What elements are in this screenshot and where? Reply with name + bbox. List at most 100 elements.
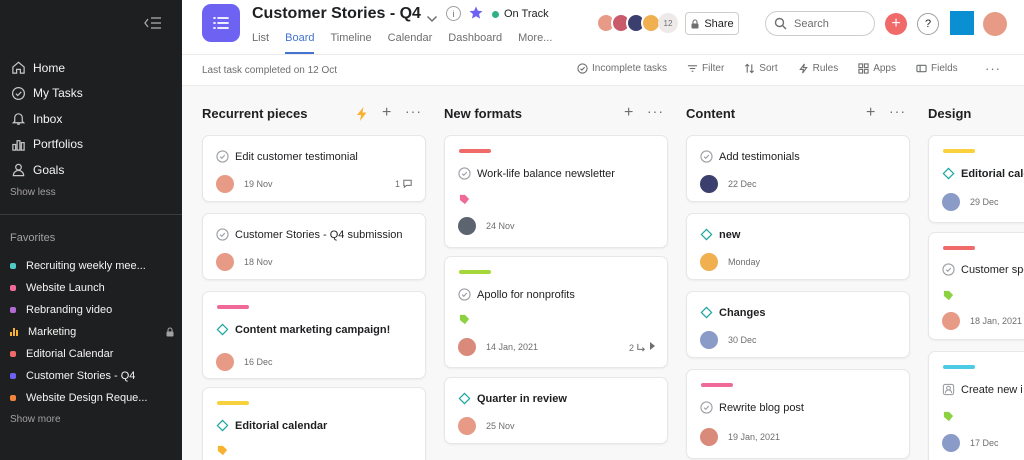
check-circle-icon[interactable] <box>216 228 229 241</box>
assignee-avatar[interactable] <box>216 175 234 193</box>
assignee-avatar[interactable] <box>942 434 960 452</box>
task-card[interactable]: Edit customer testimonial 19 Nov 1 <box>202 135 426 202</box>
task-card[interactable]: Quarter in review 25 Nov <box>444 377 668 444</box>
search-input[interactable]: Search <box>765 11 875 36</box>
tab-board[interactable]: Board <box>285 32 315 54</box>
sidebar-item-portfolios[interactable]: Portfolios <box>10 132 83 158</box>
show-more-link[interactable]: Show more <box>10 414 61 425</box>
milestone-diamond-icon[interactable] <box>216 419 229 432</box>
incomplete-tasks-button[interactable]: Incomplete tasks <box>577 63 667 74</box>
favorite-item[interactable]: Rebranding video <box>10 299 175 321</box>
filter-button[interactable]: Filter <box>687 63 724 74</box>
assignee-avatar[interactable] <box>942 193 960 211</box>
milestone-diamond-icon[interactable] <box>458 392 471 405</box>
column-title[interactable]: New formats <box>444 106 522 121</box>
check-circle-icon[interactable] <box>700 150 713 163</box>
check-circle-icon[interactable] <box>700 401 713 414</box>
add-task-icon[interactable]: + <box>382 104 391 122</box>
task-card[interactable]: Add testimonials 22 Dec <box>686 135 910 202</box>
task-card[interactable]: Changes 30 Dec <box>686 291 910 358</box>
star-icon[interactable] <box>468 5 484 21</box>
approval-icon[interactable] <box>942 383 955 396</box>
column-title[interactable]: Content <box>686 106 735 121</box>
project-color-dot <box>10 263 16 269</box>
task-card[interactable]: Create new i 17 Dec <box>928 351 1024 460</box>
favorite-label: Website Design Reque... <box>26 392 148 404</box>
quick-add-button[interactable]: + <box>885 13 907 35</box>
assignee-avatar[interactable] <box>458 217 476 235</box>
column-title[interactable]: Design <box>928 106 971 121</box>
task-card[interactable]: Apollo for nonprofits 14 Jan, 2021 2 <box>444 256 668 368</box>
task-card[interactable]: Editorial calendar <box>202 387 426 460</box>
tab-more[interactable]: More... <box>518 32 552 52</box>
favorite-item[interactable]: Customer Stories - Q4 <box>10 365 175 387</box>
project-title[interactable]: Customer Stories - Q4 <box>252 5 421 23</box>
assignee-avatar[interactable] <box>700 331 718 349</box>
show-less-link[interactable]: Show less <box>10 183 83 203</box>
check-circle-icon[interactable] <box>458 288 471 301</box>
task-title-text: Work-life balance newsletter <box>477 167 615 180</box>
sidebar-item-my-tasks[interactable]: My Tasks <box>10 81 83 107</box>
project-status[interactable]: On Track <box>492 8 549 20</box>
assignee-avatar[interactable] <box>700 253 718 271</box>
favorite-item[interactable]: Website Design Reque... <box>10 387 175 409</box>
project-members[interactable]: 12 <box>596 13 678 33</box>
organization-logo[interactable] <box>950 11 974 35</box>
sidebar-item-inbox[interactable]: Inbox <box>10 106 83 132</box>
favorite-item[interactable]: Editorial Calendar <box>10 343 175 365</box>
column-menu-icon[interactable]: ··· <box>647 103 664 119</box>
task-card[interactable]: Customer Stories - Q4 submission 18 Nov <box>202 213 426 280</box>
assignee-avatar[interactable] <box>942 312 960 330</box>
check-circle-icon[interactable] <box>216 150 229 163</box>
favorite-item[interactable]: Recruiting weekly mee... <box>10 255 175 277</box>
column-title[interactable]: Recurrent pieces <box>202 106 308 121</box>
task-title-text: Add testimonials <box>719 150 800 163</box>
tab-timeline[interactable]: Timeline <box>330 32 371 52</box>
add-task-icon[interactable]: + <box>866 104 875 122</box>
sort-button[interactable]: Sort <box>744 63 778 74</box>
favorite-item[interactable]: Marketing <box>10 321 175 343</box>
task-card[interactable]: Work-life balance newsletter 24 Nov <box>444 135 668 248</box>
info-icon[interactable]: i <box>446 6 461 21</box>
task-title: Work-life balance newsletter <box>458 167 615 180</box>
column-menu-icon[interactable]: ··· <box>405 103 422 119</box>
project-color-dot <box>10 373 16 379</box>
tab-list[interactable]: List <box>252 32 269 52</box>
task-card[interactable]: Editorial cale 29 Dec <box>928 135 1024 223</box>
lightning-icon[interactable] <box>356 107 368 121</box>
rules-button[interactable]: Rules <box>798 63 838 74</box>
assignee-avatar[interactable] <box>216 353 234 371</box>
fields-button[interactable]: Fields <box>916 63 958 74</box>
chevron-down-icon[interactable] <box>426 10 438 23</box>
add-task-icon[interactable]: + <box>624 104 633 122</box>
task-card[interactable]: new Monday <box>686 213 910 280</box>
assignee-avatar[interactable] <box>458 417 476 435</box>
favorite-item[interactable]: Website Launch <box>10 277 175 299</box>
milestone-diamond-icon[interactable] <box>942 167 955 180</box>
column-menu-icon[interactable]: ··· <box>889 103 906 119</box>
collapse-sidebar-icon[interactable] <box>143 14 163 32</box>
tab-dashboard[interactable]: Dashboard <box>448 32 502 52</box>
share-button[interactable]: Share <box>685 12 739 35</box>
task-card[interactable]: Customer spo 18 Jan, 2021 <box>928 232 1024 340</box>
task-card[interactable]: Content marketing campaign! 16 Dec <box>202 291 426 379</box>
assignee-avatar[interactable] <box>700 428 718 446</box>
subtask-count[interactable]: 2 <box>629 342 655 353</box>
sidebar-item-home[interactable]: Home <box>10 55 83 81</box>
milestone-diamond-icon[interactable] <box>216 323 229 336</box>
assignee-avatar[interactable] <box>216 253 234 271</box>
milestone-diamond-icon[interactable] <box>700 228 713 241</box>
check-circle-icon[interactable] <box>942 263 955 276</box>
user-avatar[interactable] <box>983 12 1007 36</box>
assignee-avatar[interactable] <box>700 175 718 193</box>
more-options-icon[interactable]: ··· <box>985 61 1001 76</box>
task-card[interactable]: Rewrite blog post 19 Jan, 2021 <box>686 369 910 459</box>
assignee-avatar[interactable] <box>458 338 476 356</box>
sidebar-item-goals[interactable]: Goals <box>10 157 83 183</box>
comment-count[interactable]: 1 <box>395 178 413 189</box>
tab-calendar[interactable]: Calendar <box>388 32 433 52</box>
milestone-diamond-icon[interactable] <box>700 306 713 319</box>
check-circle-icon[interactable] <box>458 167 471 180</box>
help-button[interactable]: ? <box>917 13 939 35</box>
apps-button[interactable]: Apps <box>858 63 896 74</box>
